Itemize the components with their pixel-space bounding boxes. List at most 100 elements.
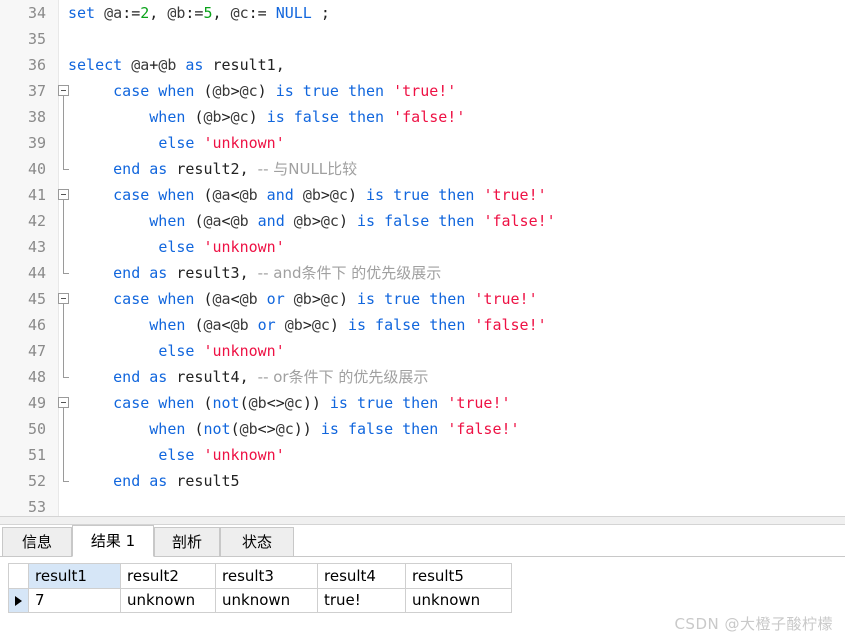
code-text: case when (@a<@b or @b>@c) is true then … — [68, 286, 537, 312]
code-line[interactable]: 34 set @a:=2, @b:=5, @c:= NULL ; — [0, 0, 845, 26]
line-number: 43 — [27, 238, 46, 256]
code-token: when — [149, 212, 195, 230]
fold-collapse-icon[interactable] — [58, 397, 69, 408]
code-text: when (@a<@b and @b>@c) is false then 'fa… — [68, 208, 555, 234]
tab-1[interactable]: 信息 — [2, 527, 72, 556]
code-line[interactable]: 46 when (@a<@b or @b>@c) is false then '… — [0, 312, 845, 338]
code-line[interactable]: 36 select @a+@b as result1, — [0, 52, 845, 78]
code-line[interactable]: 44 end as result3, -- and条件下 的优先级展示 — [0, 260, 845, 286]
result-grid-body[interactable]: 7 unknown unknown true! unknown — [9, 588, 512, 613]
code-token: @b — [293, 290, 312, 308]
code-folding-column[interactable] — [58, 0, 70, 516]
fold-guide-line — [63, 408, 64, 416]
code-line[interactable]: 50 when (not(@b<>@c)) is false then 'fal… — [0, 416, 845, 442]
code-token: case when — [113, 82, 204, 100]
table-row[interactable]: 7 unknown unknown true! unknown — [9, 588, 512, 613]
fold-collapse-icon[interactable] — [58, 85, 69, 96]
code-token: ( — [203, 394, 213, 412]
line-number: 51 — [27, 446, 46, 464]
code-text: select @a+@b as result1, — [68, 52, 285, 78]
code-lines-container[interactable]: 34 set @a:=2, @b:=5, @c:= NULL ; 35 36 selec… — [0, 0, 845, 516]
row-indicator-triangle — [15, 595, 22, 606]
code-line[interactable]: 51 else 'unknown' — [0, 442, 845, 468]
fold-guide-line — [63, 96, 64, 104]
code-line[interactable]: 38 when (@b>@c) is false then 'false!' — [0, 104, 845, 130]
result-grid[interactable]: result1 result2 result3 result4 result5 7 unk… — [8, 563, 512, 613]
code-token: as — [149, 368, 168, 386]
code-token: 2 — [140, 4, 150, 22]
fold-end-marker — [63, 273, 69, 274]
cell-result1[interactable]: 7 — [28, 588, 121, 613]
code-text: when (@a<@b or @b>@c) is false then 'fal… — [68, 312, 546, 338]
code-token: 'true!' — [483, 186, 547, 204]
code-line[interactable]: 47 else 'unknown' — [0, 338, 845, 364]
code-text: case when (@b>@c) is true then 'true!' — [68, 78, 456, 104]
code-token: case when — [113, 394, 204, 412]
fold-collapse-icon[interactable] — [58, 293, 69, 304]
line-number: 40 — [27, 160, 46, 178]
tab-2[interactable]: 结果 1 — [72, 525, 154, 557]
code-token: < — [221, 316, 231, 334]
code-token: )) — [302, 394, 330, 412]
code-text: end as result4, -- or条件下 的优先级展示 — [68, 364, 428, 390]
tab-4[interactable]: 状态 — [220, 527, 294, 556]
code-line[interactable]: 40 end as result2, -- 与NULL比较 — [0, 156, 845, 182]
code-line[interactable]: 37 case when (@b>@c) is true then 'true!… — [0, 78, 845, 104]
code-token: @b — [203, 108, 222, 126]
code-token: @a — [203, 212, 222, 230]
column-header-result4[interactable]: result4 — [317, 564, 406, 589]
cell-result2[interactable]: unknown — [120, 588, 216, 613]
code-line[interactable]: 52 end as result5 — [0, 468, 845, 494]
code-line[interactable]: 48 end as result4, -- or条件下 的优先级展示 — [0, 364, 845, 390]
sql-editor-pane[interactable]: 34 set @a:=2, @b:=5, @c:= NULL ; 35 36 selec… — [0, 0, 845, 516]
code-token: @b — [212, 82, 231, 100]
line-number: 50 — [27, 420, 46, 438]
fold-collapse-icon[interactable] — [58, 189, 69, 200]
column-header-result5[interactable]: result5 — [405, 564, 512, 589]
code-token: @c — [230, 4, 249, 22]
line-number: 38 — [27, 108, 46, 126]
code-token: result4, — [167, 368, 258, 386]
cell-result5[interactable]: unknown — [405, 588, 512, 613]
code-line[interactable]: 35 — [0, 26, 845, 52]
code-line[interactable]: 39 else 'unknown' — [0, 130, 845, 156]
cell-result3[interactable]: unknown — [215, 588, 318, 613]
code-token: 'unknown' — [203, 238, 285, 256]
code-token: @a — [212, 290, 231, 308]
code-token: , — [149, 4, 168, 22]
fold-guide-line — [63, 104, 64, 130]
code-line[interactable]: 45 case when (@a<@b or @b>@c) is true th… — [0, 286, 845, 312]
code-line[interactable]: 53 — [0, 494, 845, 516]
code-text: set @a:=2, @b:=5, @c:= NULL ; — [68, 0, 330, 26]
code-token: ) — [338, 212, 357, 230]
column-header-result3[interactable]: result3 — [215, 564, 318, 589]
current-row-arrow-icon — [9, 588, 29, 613]
result-grid-table[interactable]: result1 result2 result3 result4 result5 7 unk… — [9, 564, 512, 613]
code-line[interactable]: 43 else 'unknown' — [0, 234, 845, 260]
code-token: end — [113, 160, 141, 178]
code-token: @c — [311, 316, 330, 334]
horizontal-splitter[interactable] — [0, 516, 845, 525]
cell-result4[interactable]: true! — [317, 588, 406, 613]
code-token: ) — [257, 82, 276, 100]
code-token: result3, — [167, 264, 258, 282]
results-tab-bar[interactable]: 信息 结果 1 剖析 状态 — [0, 525, 845, 557]
code-token: 'false!' — [447, 420, 520, 438]
code-line[interactable]: 49 case when (not(@b<>@c)) is true then … — [0, 390, 845, 416]
code-token: ( — [203, 82, 213, 100]
code-line[interactable]: 41 case when (@a<@b and @b>@c) is true t… — [0, 182, 845, 208]
fold-guide-line — [63, 468, 64, 481]
code-token: @c — [230, 108, 249, 126]
code-token: @b — [167, 4, 186, 22]
column-header-result1[interactable]: result1 — [28, 564, 121, 589]
code-token: @b — [158, 56, 177, 74]
code-token: @c — [320, 290, 339, 308]
code-line[interactable]: 42 when (@a<@b and @b>@c) is false then … — [0, 208, 845, 234]
code-token: is true then — [329, 394, 448, 412]
result-grid-header-row: result1 result2 result3 result4 result5 — [9, 564, 512, 589]
column-header-result2[interactable]: result2 — [120, 564, 216, 589]
tab-3[interactable]: 剖析 — [154, 527, 220, 556]
